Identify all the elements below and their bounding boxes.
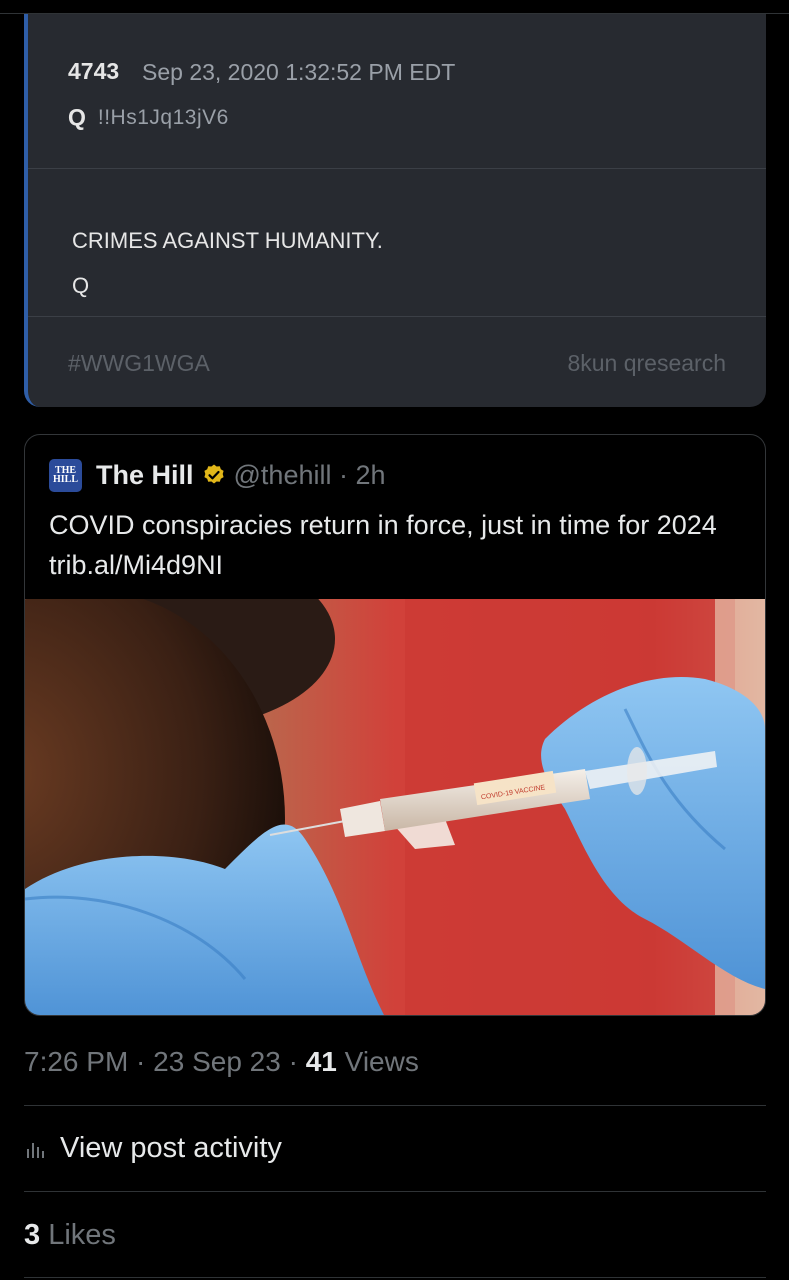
vaccine-photo[interactable]: COVID-19 VACCINE [25,599,765,1016]
likes-link[interactable]: 3 Likes [24,1219,116,1252]
qdrop-number: 4743 [68,58,120,84]
qdrop-card: 4743 Sep 23, 2020 1:32:52 PM EDT Q !!Hs1… [24,14,766,407]
qdrop-tripcode: !!Hs1Jq13jV6 [97,105,229,129]
verified-badge-icon [203,464,224,484]
views-label: Views [336,1046,419,1077]
likes-label: Likes [40,1219,116,1251]
quoted-post-text: COVID conspiracies return in force, just… [49,510,717,580]
likes-divider [24,1277,766,1278]
activity-divider [24,1191,766,1192]
qdrop-divider-top [28,168,766,169]
likes-count: 3 [24,1219,41,1251]
bar-chart-icon [27,1142,44,1158]
view-post-activity-button[interactable]: View post activity [24,1132,282,1165]
qdrop-source: 8kun qresearch [567,350,726,376]
qdrop-body-signoff: Q [72,273,90,298]
qdrop-header: 4743 Sep 23, 2020 1:32:52 PM EDT Q !!Hs1… [28,14,766,168]
author-handle[interactable]: @thehill · 2h [234,460,386,491]
qdrop-letter: Q [68,104,86,130]
quoted-post-header: THE HILL The Hill @thehill · 2h [49,458,386,492]
qdrop-hashtag: #WWG1WGA [68,350,210,376]
views-count: 41 [305,1046,337,1077]
qdrop-body-line: CRIMES AGAINST HUMANITY. [72,228,383,253]
qdrop-date: Sep 23, 2020 1:32:52 PM EDT [142,59,456,85]
meta-divider [24,1105,766,1106]
the-hill-avatar[interactable]: THE HILL [49,458,82,492]
quoted-post-card[interactable]: THE HILL The Hill @thehill · 2h COVID co… [24,434,766,1016]
post-timestamp[interactable]: 7:26 PM · 23 Sep 23 · 41 Views [24,1046,419,1078]
view-post-activity-label: View post activity [60,1132,282,1164]
author-name[interactable]: The Hill [96,460,194,491]
qdrop-signature: Q !!Hs1Jq13jV6 [68,104,229,131]
qdrop-body: CRIMES AGAINST HUMANITY. Q [72,218,383,308]
qdrop-divider-bottom [28,316,766,317]
logo-text-bottom: HILL [52,474,78,485]
post-time: 7:26 PM · 23 Sep 23 · [24,1046,306,1077]
